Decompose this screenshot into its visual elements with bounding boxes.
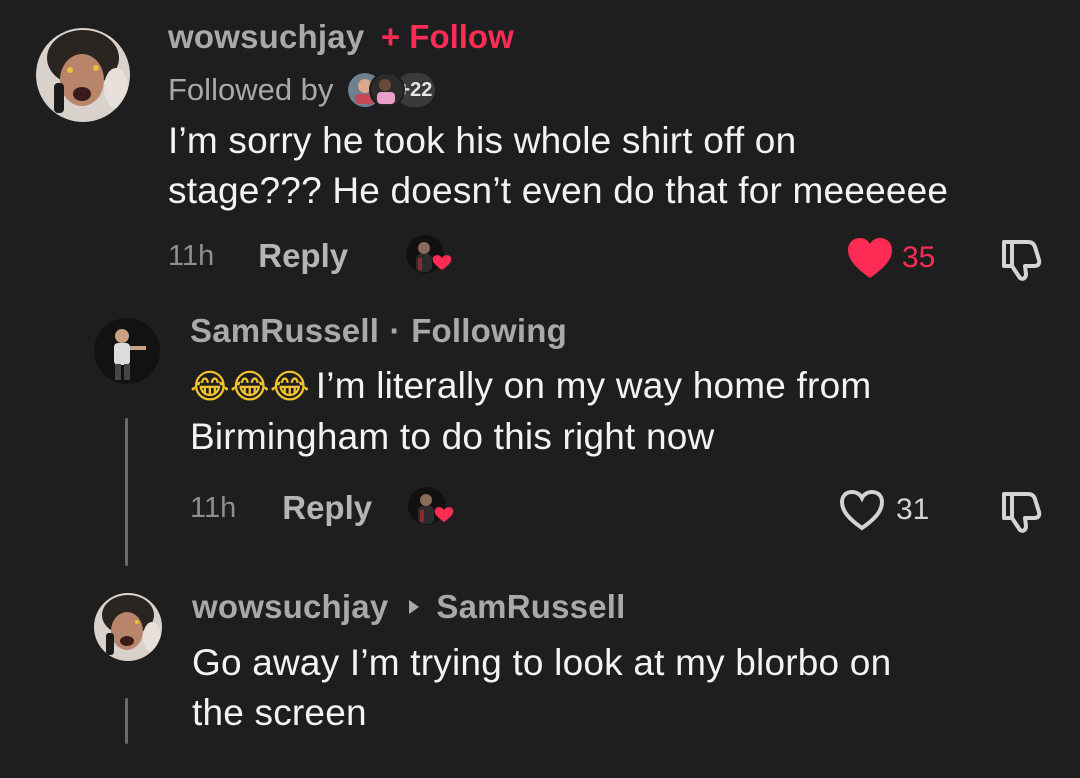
follow-button[interactable]: + Follow (381, 18, 514, 55)
comment-text-line: Birmingham to do this right now (190, 416, 715, 457)
heart-outline-icon[interactable] (838, 488, 886, 532)
followed-by-label: Followed by (168, 72, 334, 107)
comment-text-line: the screen (192, 692, 367, 733)
comment-username[interactable]: SamRussell (190, 312, 379, 349)
comment-username[interactable]: wowsuchjay (168, 18, 364, 55)
heart-icon[interactable] (846, 236, 894, 280)
laughing-emojis: 😂😂😂 (190, 367, 310, 407)
thread-line (125, 698, 128, 744)
replied-to-username[interactable]: SamRussell (436, 588, 625, 626)
separator-dot: · (389, 312, 401, 349)
comment-text-line: Go away I’m trying to look at my blorbo … (192, 642, 892, 683)
dislike-icon[interactable] (998, 488, 1046, 534)
mutual-follower-avatar-stack (348, 72, 406, 108)
comment-timestamp: 11h (168, 239, 215, 272)
avatar-wowsuchjay[interactable] (94, 593, 162, 661)
avatar-wowsuchjay[interactable] (36, 28, 130, 122)
comment-text-line: I’m sorry he took his whole shirt off on (168, 120, 797, 161)
creator-liked-badge (406, 486, 456, 530)
like-count: 35 (902, 241, 936, 274)
dislike-icon[interactable] (998, 236, 1046, 282)
avatar-samrussell[interactable] (94, 318, 160, 384)
mutual-followers-avatars[interactable] (347, 70, 411, 110)
comment-text-line: I’m literally on my way home from (315, 365, 872, 406)
creator-liked-badge (404, 234, 454, 278)
reply-button[interactable]: Reply (258, 237, 348, 275)
comment-text-line: stage??? He doesn’t even do that for mee… (168, 170, 949, 211)
thread-line (125, 418, 128, 566)
like-count: 31 (896, 493, 930, 526)
reply-arrow-icon (404, 597, 424, 617)
reply-button[interactable]: Reply (282, 489, 372, 527)
following-label[interactable]: Following (411, 312, 567, 349)
comment-timestamp: 11h (190, 491, 237, 524)
comment-username[interactable]: wowsuchjay (192, 588, 388, 626)
